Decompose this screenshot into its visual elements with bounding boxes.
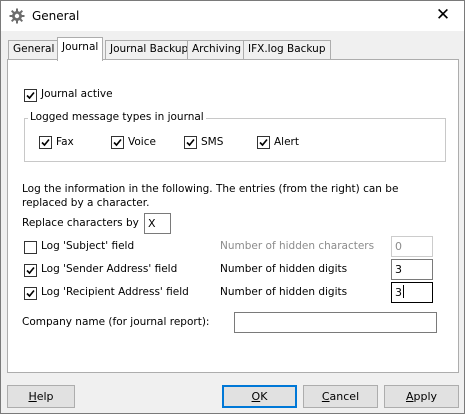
voice-checkbox[interactable] xyxy=(111,136,124,149)
recipient-hidden-digits-input[interactable]: 3 xyxy=(391,282,433,303)
help-button[interactable]: Help xyxy=(7,385,75,408)
log-sender-checkbox[interactable] xyxy=(24,264,37,277)
journal-panel: Journal active Logged message types in j… xyxy=(7,59,459,373)
tab-journal-backup[interactable]: Journal Backup xyxy=(105,40,194,59)
log-sender-label: Log 'Sender Address' field xyxy=(41,263,178,275)
help-hotkey: H xyxy=(28,390,37,403)
cancel-hotkey: C xyxy=(321,390,330,403)
ok-label-rest: K xyxy=(260,390,268,403)
sms-checkbox[interactable] xyxy=(184,136,197,149)
recipient-hidden-digits-value: 3 xyxy=(395,286,402,299)
alert-checkbox[interactable] xyxy=(257,136,270,149)
sender-hidden-digits-label: Number of hidden digits xyxy=(220,263,348,275)
logged-types-group xyxy=(24,118,446,162)
tab-ifx-log-backup[interactable]: IFX.log Backup xyxy=(243,40,331,59)
recipient-hidden-digits-label: Number of hidden digits xyxy=(220,286,348,298)
tab-general[interactable]: General xyxy=(8,40,60,59)
tab-archiving[interactable]: Archiving xyxy=(187,40,247,59)
logged-types-title: Logged message types in journal xyxy=(28,111,206,123)
company-name-label: Company name (for journal report): xyxy=(22,316,210,328)
cancel-button[interactable]: Cancel xyxy=(303,385,378,408)
window-title: General xyxy=(32,9,80,23)
ok-hotkey: O xyxy=(251,390,261,403)
sms-label: SMS xyxy=(201,136,224,148)
tab-journal[interactable]: Journal xyxy=(57,37,104,61)
log-recipient-label: Log 'Recipient Address' field xyxy=(41,286,189,298)
ok-button[interactable]: OK xyxy=(222,385,297,408)
replace-character-input[interactable]: X xyxy=(144,213,171,234)
fax-checkbox[interactable] xyxy=(39,136,52,149)
hidden-characters-input[interactable]: 0 xyxy=(391,236,433,257)
fax-label: Fax xyxy=(56,136,74,148)
voice-label: Voice xyxy=(128,136,156,148)
help-label-rest: elp xyxy=(36,390,54,403)
title-bar: General ✕ xyxy=(1,1,464,31)
apply-label-rest: pply xyxy=(413,390,438,403)
replace-characters-label: Replace characters by xyxy=(22,217,139,229)
dialog-window: General ✕ General Journal Journal Backup… xyxy=(0,0,465,414)
company-name-input[interactable] xyxy=(234,312,437,333)
log-subject-checkbox[interactable] xyxy=(24,241,37,254)
sender-hidden-digits-input[interactable]: 3 xyxy=(391,259,433,280)
info-text-line1: Log the information in the following. Th… xyxy=(22,183,399,195)
info-text-line2: replaced by a character. xyxy=(22,197,150,209)
gear-icon xyxy=(9,8,25,24)
close-icon[interactable]: ✕ xyxy=(431,4,455,28)
cancel-label-rest: ancel xyxy=(329,390,360,403)
journal-active-label: Journal active xyxy=(41,88,113,100)
apply-hotkey: A xyxy=(405,390,414,403)
hidden-characters-label: Number of hidden characters xyxy=(220,240,375,252)
journal-active-checkbox[interactable] xyxy=(24,89,37,102)
log-recipient-checkbox[interactable] xyxy=(24,287,37,300)
log-subject-label: Log 'Subject' field xyxy=(41,240,135,252)
text-caret xyxy=(403,285,404,298)
alert-label: Alert xyxy=(274,136,299,148)
apply-button[interactable]: Apply xyxy=(384,385,459,408)
